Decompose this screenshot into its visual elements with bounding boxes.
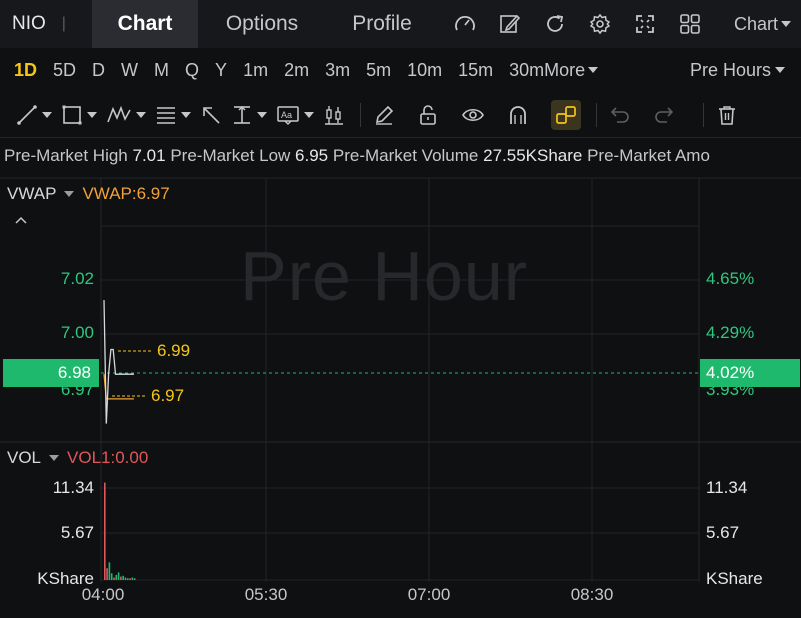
vol-tick-567-right: 5.67 [706,523,740,542]
pre-hour-watermark: Pre Hour [240,237,529,315]
high-annotation: 6.99 [157,341,191,360]
vol-tick-1134-right: 11.34 [706,478,748,497]
collapse-panel-button[interactable] [14,212,28,230]
volume-bar [106,568,108,580]
x-tick-0830: 08:30 [570,585,614,604]
chevron-down-icon[interactable] [49,455,60,461]
vol-tick-unit-right: KShare [706,569,763,588]
vol-indicator-value: VOL1:0.00 [67,448,149,467]
price-line [103,300,134,424]
chevron-up-icon [15,216,27,224]
volume-bar [115,575,118,580]
pct-tick-465: 4.65% [706,269,755,288]
volume-bar [124,577,127,580]
price-tick-702: 7.02 [60,269,94,288]
x-tick-0530: 05:30 [244,585,288,604]
current-pct-tag: 4.02% [700,359,800,387]
series-layer [103,300,134,424]
pct-tick-429: 4.29% [706,323,755,342]
volume-bar [110,573,113,580]
vol-tick-1134: 11.34 [52,478,94,497]
vol-legend[interactable]: VOL VOL1:0.00 [7,448,148,468]
volume-bar [108,562,111,580]
vwap-indicator-value: VWAP:6.97 [82,184,170,203]
volume-bar [131,577,134,580]
volume-bar [120,576,122,580]
vol-tick-567: 5.67 [60,523,94,542]
price-tick-700: 7.00 [60,323,94,342]
current-price-tag: 6.98 [3,359,99,387]
volume-bar [122,575,124,580]
volume-bar [133,578,136,580]
volume-bar [104,482,106,580]
chevron-down-icon[interactable] [64,191,75,197]
volume-bar [117,572,120,580]
vwap-legend[interactable]: VWAP VWAP:6.97 [7,184,170,204]
volume-layer [104,482,136,580]
low-annotation: 6.97 [151,386,185,405]
x-tick-0700: 07:00 [407,585,451,604]
volume-bar [129,578,131,580]
volume-bar [127,578,129,580]
vwap-indicator-name: VWAP [7,184,57,203]
vol-indicator-name: VOL [7,448,42,467]
x-tick-0400: 04:00 [81,585,125,604]
volume-bar [113,577,115,580]
